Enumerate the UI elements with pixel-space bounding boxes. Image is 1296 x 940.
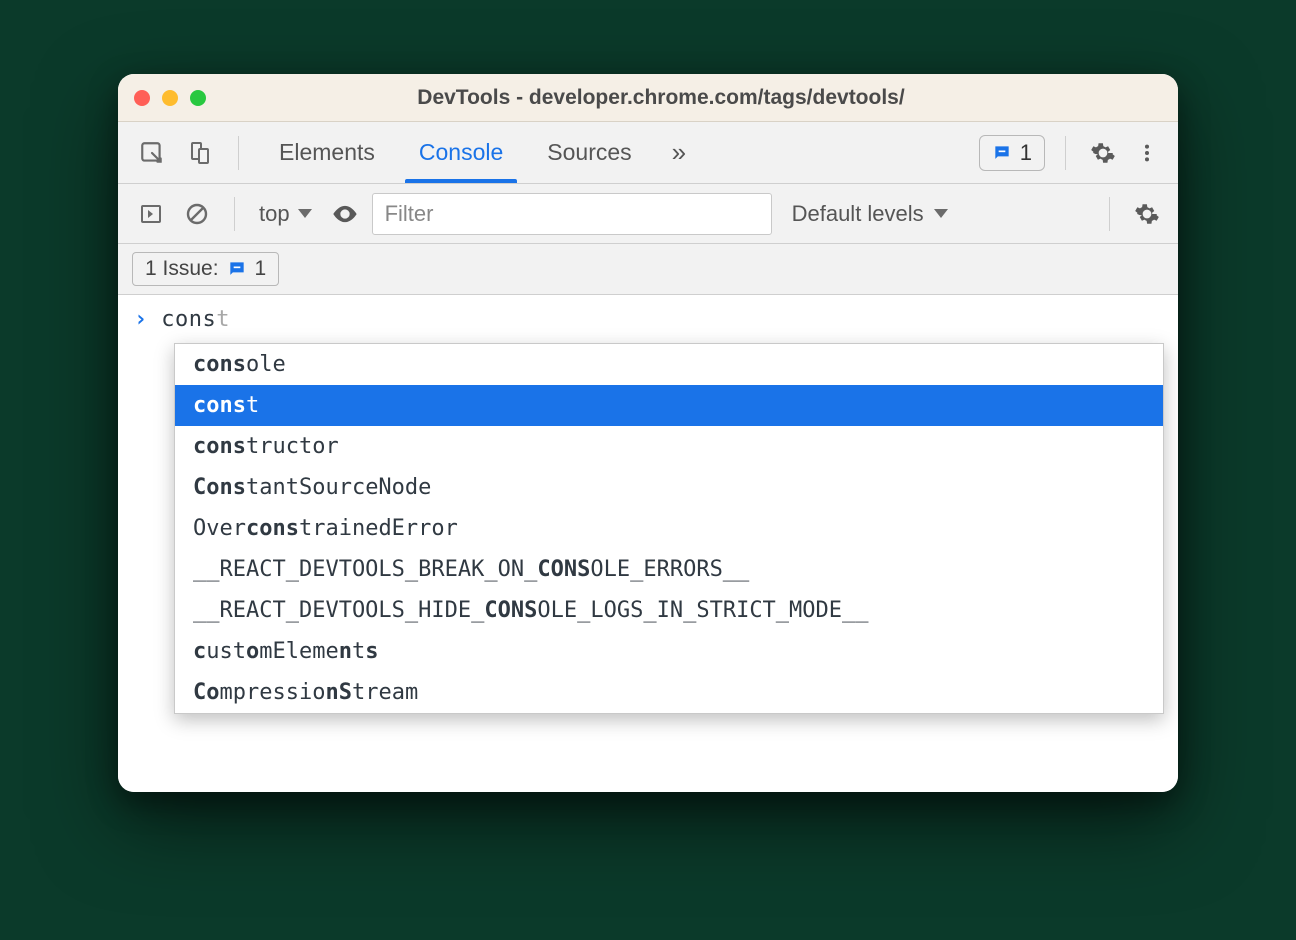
execution-context-selector[interactable]: top xyxy=(253,201,318,227)
prompt-ghost: t xyxy=(216,307,230,332)
log-levels-selector[interactable]: Default levels xyxy=(792,201,948,227)
minimize-window-button[interactable] xyxy=(162,90,178,106)
tab-console[interactable]: Console xyxy=(397,122,525,183)
window-controls xyxy=(134,90,206,106)
autocomplete-item[interactable]: CompressionStream xyxy=(175,672,1163,713)
levels-label: Default levels xyxy=(792,201,924,227)
autocomplete-item[interactable]: constructor xyxy=(175,426,1163,467)
console-body: › const consoleconstconstructorConstantS… xyxy=(118,295,1178,792)
separator xyxy=(1065,136,1066,170)
toggle-console-sidebar-button[interactable] xyxy=(132,195,170,233)
console-prompt[interactable]: › const xyxy=(118,295,1178,338)
issues-chip-count: 1 xyxy=(255,257,267,281)
window-title: DevTools - developer.chrome.com/tags/dev… xyxy=(230,86,1092,110)
eye-icon xyxy=(331,200,359,228)
close-window-button[interactable] xyxy=(134,90,150,106)
autocomplete-popup: consoleconstconstructorConstantSourceNod… xyxy=(174,343,1164,714)
prompt-caret-icon: › xyxy=(134,307,147,332)
autocomplete-item[interactable]: console xyxy=(175,344,1163,385)
separator xyxy=(234,197,235,231)
console-toolbar: top Default levels xyxy=(118,184,1178,244)
gear-icon xyxy=(1090,140,1116,166)
kebab-icon xyxy=(1136,142,1158,164)
tab-label: Console xyxy=(419,139,503,166)
tab-label: Elements xyxy=(279,139,375,166)
autocomplete-item[interactable]: customElements xyxy=(175,631,1163,672)
settings-button[interactable] xyxy=(1086,136,1120,170)
titlebar: DevTools - developer.chrome.com/tags/dev… xyxy=(118,74,1178,122)
issues-prefix: 1 Issue: xyxy=(145,257,219,281)
live-expression-button[interactable] xyxy=(326,195,364,233)
autocomplete-item[interactable]: OverconstrainedError xyxy=(175,508,1163,549)
issues-icon xyxy=(992,143,1012,163)
autocomplete-item[interactable]: __REACT_DEVTOOLS_HIDE_CONSOLE_LOGS_IN_ST… xyxy=(175,590,1163,631)
context-label: top xyxy=(259,201,290,227)
main-tabbar: Elements Console Sources » 1 xyxy=(118,122,1178,184)
chevron-down-icon xyxy=(298,209,312,218)
console-settings-button[interactable] xyxy=(1130,197,1164,231)
separator xyxy=(1109,197,1110,231)
issues-button[interactable]: 1 xyxy=(979,135,1045,171)
issues-count: 1 xyxy=(1020,140,1032,166)
zoom-window-button[interactable] xyxy=(190,90,206,106)
autocomplete-item[interactable]: const xyxy=(175,385,1163,426)
chevron-down-icon xyxy=(934,209,948,218)
issues-chip[interactable]: 1 Issue: 1 xyxy=(132,252,279,286)
autocomplete-item[interactable]: ConstantSourceNode xyxy=(175,467,1163,508)
tab-sources[interactable]: Sources xyxy=(525,122,653,183)
more-options-button[interactable] xyxy=(1130,136,1164,170)
separator xyxy=(238,136,239,170)
sidebar-icon xyxy=(139,202,163,226)
prompt-input[interactable]: const xyxy=(161,307,230,332)
tab-label: Sources xyxy=(547,139,631,166)
tab-elements[interactable]: Elements xyxy=(257,122,397,183)
prompt-typed: cons xyxy=(161,307,216,332)
autocomplete-item[interactable]: __REACT_DEVTOOLS_BREAK_ON_CONSOLE_ERRORS… xyxy=(175,549,1163,590)
issues-icon xyxy=(227,259,247,279)
issues-row: 1 Issue: 1 xyxy=(118,244,1178,295)
gear-icon xyxy=(1134,201,1160,227)
clear-console-button[interactable] xyxy=(178,195,216,233)
more-tabs-button[interactable]: » xyxy=(654,122,704,183)
clear-icon xyxy=(185,202,209,226)
inspect-element-icon[interactable] xyxy=(132,133,172,173)
devtools-window: DevTools - developer.chrome.com/tags/dev… xyxy=(118,74,1178,792)
device-toolbar-icon[interactable] xyxy=(180,133,220,173)
filter-input[interactable] xyxy=(372,193,772,235)
panel-tabs: Elements Console Sources » xyxy=(257,122,704,183)
